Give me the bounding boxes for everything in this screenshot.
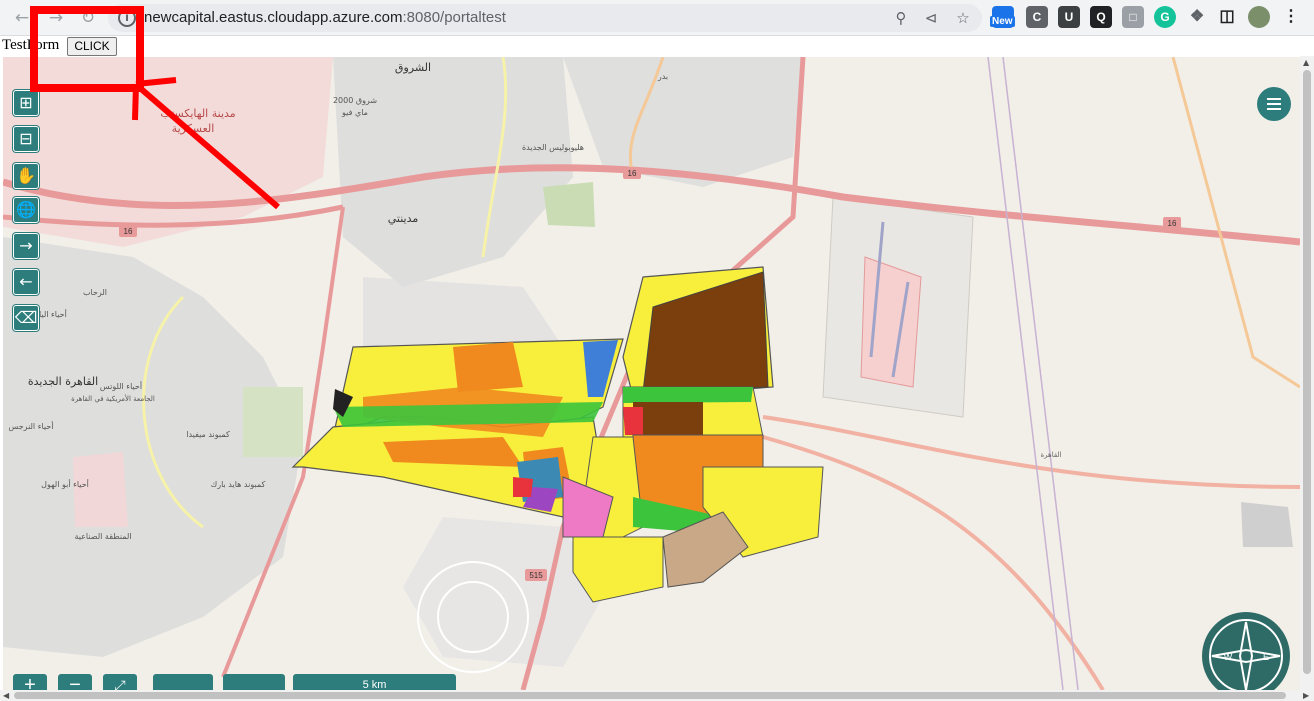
extensions-puzzle-icon[interactable]: ❖ (1186, 6, 1208, 28)
place-label-lotus: أحياء اللوتس (100, 381, 142, 391)
horizontal-scrollbar[interactable]: ◀ ▶ (0, 690, 1314, 701)
zoom-out-button[interactable]: − (58, 674, 92, 690)
share-icon[interactable]: ⊲ (920, 7, 942, 29)
side-panel-icon[interactable]: ◫ (1216, 6, 1238, 28)
compass-rose[interactable]: W E (1202, 612, 1290, 690)
place-label-badr: بدر (657, 72, 668, 81)
scroll-right-icon[interactable]: ▶ (1303, 691, 1309, 700)
test-form-bar: TestForm (0, 36, 1314, 56)
zoom-in-button[interactable]: + (13, 674, 47, 690)
road-shield-label-2: 16 (628, 169, 637, 178)
place-label-newcairo: القاهرة الجديدة (28, 375, 98, 388)
back-arrow-icon[interactable]: ← (10, 6, 34, 30)
map-canvas[interactable]: 16 16 16 515 الشروق شروق 2000 ماي فيو مد… (3, 57, 1300, 690)
place-label-abulhoul: أحياء أبو الهول (41, 479, 89, 489)
coordinate-box-1 (153, 674, 213, 690)
place-label-kompound: كمبوند هايد بارك (211, 480, 266, 489)
next-extent-arrow-icon[interactable]: → (13, 233, 39, 259)
vertical-scrollbar[interactable]: ▲ (1300, 56, 1314, 690)
place-label-rehab: الرحاب (83, 288, 107, 297)
scale-bar: 5 km (293, 674, 456, 690)
place-label-mivida: كمبوند ميفيدا (186, 430, 230, 439)
compass-icon: W E (1209, 619, 1283, 690)
extension-search-icon[interactable]: Q (1090, 6, 1112, 28)
browser-toolbar: ← → ↻ i newcapital.eastus.cloudapp.azure… (0, 0, 1314, 36)
place-label-auc: الجامعة الأمريكية في القاهرة (71, 394, 155, 403)
bookmark-star-icon[interactable]: ☆ (952, 7, 974, 29)
road-shield-label-1: 16 (124, 227, 133, 236)
address-bar[interactable]: i newcapital.eastus.cloudapp.azure.com:8… (108, 4, 982, 32)
road-shield-label-3: 16 (1168, 219, 1177, 228)
place-label-madinaty: مدينتي (388, 212, 419, 225)
grammarly-icon[interactable]: G (1154, 6, 1176, 28)
fullscreen-icon[interactable]: ⤢ (103, 674, 137, 690)
place-label-shorouk: الشروق (395, 61, 431, 74)
click-button[interactable]: CLICK (67, 37, 117, 56)
place-label-myview: ماي فيو (341, 108, 368, 117)
globe-icon[interactable]: 🌐 (13, 197, 39, 223)
svg-text:E: E (1263, 652, 1269, 662)
pan-hand-icon[interactable]: ✋ (13, 163, 39, 189)
scroll-left-icon[interactable]: ◀ (3, 691, 9, 700)
extension-shield-icon[interactable]: U (1058, 6, 1080, 28)
place-label-shorouk2000: شروق 2000 (333, 96, 377, 105)
place-label-industrial: المنطقة الصناعية (74, 532, 131, 541)
extension-new-icon[interactable]: New (990, 6, 1015, 28)
forward-arrow-icon[interactable]: → (44, 6, 68, 30)
coordinate-box-2 (223, 674, 285, 690)
place-label-haikstep: مدينة الهايكستب (160, 107, 235, 120)
layers-menu-button[interactable] (1257, 87, 1291, 121)
place-label-narges: أحياء النرجس (9, 421, 54, 431)
road-shield-label-4: 515 (529, 571, 543, 580)
zoom-in-tool-icon[interactable]: ⊞ (13, 90, 39, 116)
url-text[interactable]: newcapital.eastus.cloudapp.azure.com:808… (144, 9, 506, 26)
svg-text:W: W (1224, 652, 1233, 662)
previous-extent-arrow-icon[interactable]: ← (13, 269, 39, 295)
scroll-up-icon[interactable]: ▲ (1303, 58, 1309, 67)
horizontal-scroll-thumb[interactable] (14, 692, 1286, 699)
extension-image-icon[interactable]: □ (1122, 6, 1144, 28)
place-label-airport: القاهرة (1041, 451, 1062, 459)
profile-avatar[interactable] (1248, 6, 1270, 28)
zoom-out-tool-icon[interactable]: ⊟ (13, 126, 39, 152)
reload-icon[interactable]: ↻ (76, 6, 100, 30)
map-base-layer: 16 16 16 515 الشروق شروق 2000 ماي فيو مد… (3, 57, 1300, 690)
place-label-askariya: العسكرية (172, 122, 215, 135)
site-info-icon[interactable]: i (118, 9, 136, 27)
vertical-scroll-thumb[interactable] (1303, 70, 1311, 674)
test-form-label: TestForm (2, 37, 60, 53)
eraser-icon[interactable]: ⌫ (13, 305, 39, 331)
zoom-icon[interactable]: ⚲ (890, 7, 912, 29)
more-menu-icon[interactable]: ⋮ (1280, 6, 1302, 28)
extension-c-icon[interactable]: C (1026, 6, 1048, 28)
place-label-heliopolis: هليوبوليس الجديدة (522, 143, 584, 152)
